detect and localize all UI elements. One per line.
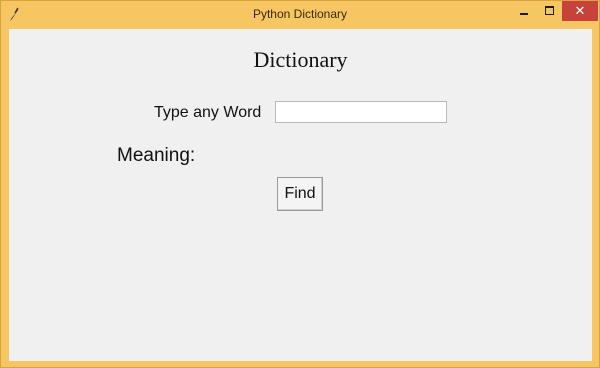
find-button[interactable]: Find [277, 177, 323, 211]
page-title: Dictionary [253, 47, 348, 72]
minimize-icon [520, 13, 528, 15]
word-label: Type any Word [154, 104, 262, 121]
window-title: Python Dictionary [252, 7, 348, 21]
word-input[interactable] [275, 101, 447, 123]
close-icon: ✕ [574, 3, 586, 18]
maximize-button[interactable] [537, 1, 562, 21]
title-bar[interactable]: Python Dictionary ✕ [1, 1, 599, 27]
app-window: Python Dictionary ✕ Dictionary Type any … [0, 0, 600, 368]
main-panel: Dictionary Type any Word Meaning: Find [9, 29, 592, 361]
minimize-button[interactable] [511, 1, 537, 21]
close-button[interactable]: ✕ [562, 1, 598, 21]
maximize-icon [545, 6, 554, 15]
meaning-label: Meaning: [117, 145, 196, 166]
